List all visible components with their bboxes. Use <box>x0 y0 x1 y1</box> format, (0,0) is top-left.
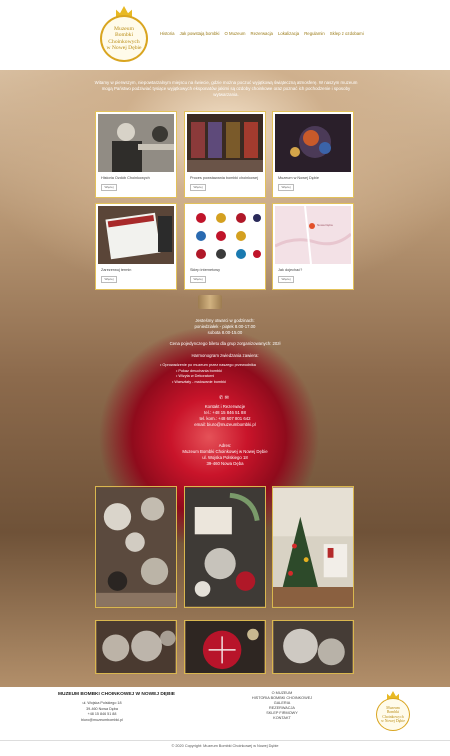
site-header: Muzeum Bombki Choinkowych w Nowej Dębie … <box>0 0 450 70</box>
address-block: Adres: Muzeum Bombki Choinkowej w Nowej … <box>130 443 320 467</box>
more-button[interactable]: Więcej <box>278 276 294 283</box>
map-place-label: Nowa Dęba <box>317 223 333 227</box>
gallery-photo[interactable] <box>95 486 177 608</box>
more-button[interactable]: Więcej <box>101 276 117 283</box>
copyright: © 2020 Copyright: Muzeum Bombki Choinkow… <box>171 744 279 748</box>
card-label: Muzeum w Nowej Dębie <box>278 176 319 180</box>
logo-line: w Nowej Dębie <box>381 718 405 723</box>
card-label: Historia Ozdób Choinkowych <box>101 176 150 180</box>
schedule-title: Harmonogram zwiedzania zawiera: <box>191 353 259 358</box>
contact-block: Kontakt i Rezerwacje tel.: +48 15 846 51… <box>130 404 320 428</box>
more-button[interactable]: Więcej <box>190 276 206 283</box>
card-label: Zarezerwuj termin <box>101 268 132 272</box>
footer-address: ul. Wojska Polskiego 18 39-460 Nowa Dęba… <box>58 701 146 723</box>
gallery-photo[interactable] <box>184 486 266 608</box>
more-button[interactable]: Więcej <box>190 184 206 191</box>
schedule-item: • Warsztaty - malowanie bombki <box>172 379 226 384</box>
card-historia[interactable]: Historia Ozdób Choinkowych Więcej <box>95 111 177 198</box>
address-city: 39-460 Nowa Dęba <box>206 461 244 466</box>
proces-photo <box>187 114 263 172</box>
more-button[interactable]: Więcej <box>278 184 294 191</box>
nav-item-lokalizacja[interactable]: Lokalizacja <box>278 31 299 36</box>
logo-badge: Muzeum Bombki Choinkowych w Nowej Dębie <box>100 15 148 62</box>
nav-item-jak-powstaja[interactable]: Jak powstają bombki <box>180 31 220 36</box>
phone-mail-icon: ✆ ✉ <box>219 395 229 401</box>
card-dojazd[interactable]: Nowa Dęba Jak dojechać? Więcej <box>272 203 354 290</box>
card-muzeum[interactable]: Muzeum w Nowej Dębie Więcej <box>272 111 354 198</box>
gallery-photo[interactable] <box>272 486 354 608</box>
opening-hours: Jesteśmy otwarci w godzinach: poniedział… <box>130 318 320 336</box>
nav-item-o-muzeum[interactable]: O Muzeum <box>224 31 245 36</box>
map-image <box>275 206 351 264</box>
logo-line: w Nowej Dębie <box>106 44 142 51</box>
more-button[interactable]: Więcej <box>101 184 117 191</box>
logo-badge: Muzeum Bombki Choinkowych w Nowej Dębie <box>376 698 410 731</box>
gallery-photo[interactable] <box>272 620 354 674</box>
footer-email[interactable]: biuro@muzeumbombki.pl <box>58 718 146 724</box>
nav-item-rezerwacja[interactable]: Rezerwacja <box>250 31 272 36</box>
footer-divider <box>0 740 450 741</box>
ornament-cap <box>198 295 222 309</box>
footer-title: MUZEUM BOMBKI CHOINKOWEJ W NOWEJ DĘBIE <box>58 692 175 697</box>
card-label: Jak dojechać? <box>278 268 303 272</box>
saturday-hours: sobota 8.00-15.00 <box>207 330 243 335</box>
intro-text: Witamy w pierwszym, niepowtarzalnym miej… <box>94 80 358 97</box>
shop-photo <box>187 206 263 264</box>
footer-logo[interactable]: Muzeum Bombki Choinkowych w Nowej Dębie <box>376 691 410 731</box>
site-footer: MUZEUM BOMBKI CHOINKOWEJ W NOWEJ DĘBIE u… <box>0 687 450 756</box>
ticket-price: Cena pojedynczego biletu dla grup zorgan… <box>169 341 281 346</box>
gallery-photo[interactable] <box>95 620 177 674</box>
card-label: Sklep internetowy <box>190 268 220 272</box>
card-rezerwacja[interactable]: Zarezerwuj termin Więcej <box>95 203 177 290</box>
card-proces[interactable]: Proces powstawania bombki choinkowej Wię… <box>184 111 266 198</box>
historia-photo <box>98 114 174 172</box>
calendar-photo <box>98 206 174 264</box>
muzeum-photo <box>275 114 351 172</box>
main-nav: Historia Jak powstają bombki O Muzeum Re… <box>160 31 364 36</box>
card-sklep[interactable]: Sklep internetowy Więcej <box>184 203 266 290</box>
footer-link-kontakt[interactable]: KONTAKT <box>248 716 316 721</box>
nav-item-historia[interactable]: Historia <box>160 31 175 36</box>
nav-item-sklep[interactable]: Sklep z ozdobami <box>330 31 364 36</box>
museum-logo[interactable]: Muzeum Bombki Choinkowych w Nowej Dębie <box>100 6 148 62</box>
footer-links: O MUZEUM HISTORIA BOMBKI CHOINKOWEJ GALE… <box>248 691 316 721</box>
card-label: Proces powstawania bombki choinkowej <box>190 176 258 180</box>
nav-item-regulamin[interactable]: Regulamin <box>304 31 325 36</box>
schedule-list: • Oprowadzenie po muzeum przez naszego p… <box>160 363 290 385</box>
gallery-photo[interactable] <box>184 620 266 674</box>
contact-email[interactable]: email: biuro@muzeumbombki.pl <box>130 422 320 428</box>
